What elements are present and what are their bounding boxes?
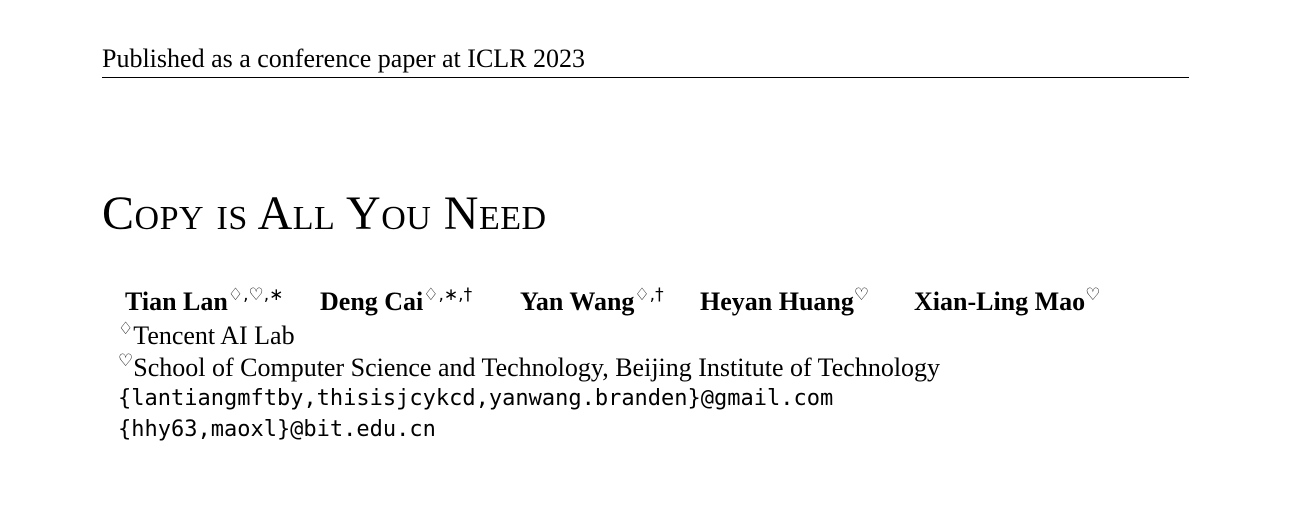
- running-header: Published as a conference paper at ICLR …: [102, 42, 1189, 78]
- author-5: Xian-Ling Mao♡: [914, 285, 1100, 319]
- affiliation-tencent: ♢Tencent AI Lab: [118, 320, 295, 352]
- author-name: Heyan Huang: [700, 287, 854, 316]
- author-3: Yan Wang♢,†: [520, 285, 664, 319]
- author-affiliation-marks: ♡: [1085, 285, 1101, 305]
- email-line-bit: {hhy63,maoxl}@bit.edu.cn: [118, 417, 436, 442]
- affiliation-bit: ♡School of Computer Science and Technolo…: [118, 352, 940, 384]
- author-name: Yan Wang: [520, 287, 635, 316]
- heart-icon: ♡: [118, 351, 134, 371]
- paper-title: Copy is All You Need: [102, 187, 547, 240]
- author-list: Tian Lan♢,♡,∗ Deng Cai♢,∗,† Yan Wang♢,† …: [125, 285, 1125, 319]
- author-name: Deng Cai: [320, 287, 424, 316]
- conference-note: Published as a conference paper at ICLR …: [102, 44, 586, 73]
- affiliation-text: School of Computer Science and Technolog…: [133, 353, 941, 382]
- email-line-gmail: {lantiangmftby,thisisjcykcd,yanwang.bran…: [118, 386, 834, 411]
- author-affiliation-marks: ♡: [853, 285, 870, 305]
- author-name: Xian-Ling Mao: [914, 287, 1086, 316]
- diamond-icon: ♢: [118, 319, 134, 339]
- author-2: Deng Cai♢,∗,†: [320, 285, 472, 319]
- author-affiliation-marks: ♢,♡,∗: [227, 285, 284, 305]
- author-name: Tian Lan: [125, 287, 228, 316]
- author-1: Tian Lan♢,♡,∗: [125, 285, 283, 319]
- author-affiliation-marks: ♢,†: [634, 285, 664, 305]
- author-affiliation-marks: ♢,∗,†: [423, 285, 473, 305]
- author-4: Heyan Huang♡: [700, 285, 869, 319]
- affiliation-text: Tencent AI Lab: [133, 321, 295, 350]
